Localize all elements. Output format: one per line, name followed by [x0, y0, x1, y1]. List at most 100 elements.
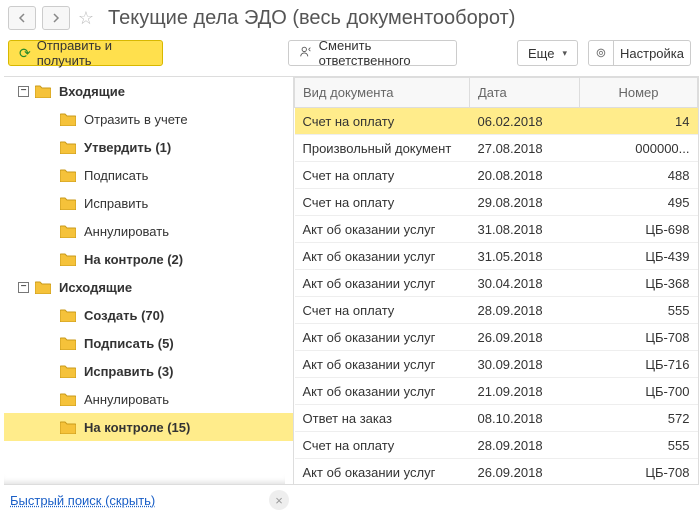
toolbar: ⟳ Отправить и получить Сменить ответстве…	[0, 36, 699, 76]
page-title: Текущие дела ЭДО (весь документооборот)	[108, 7, 515, 30]
table-row[interactable]: Акт об оказании услуг31.08.2018ЦБ-698	[295, 216, 698, 243]
sidebar-tree: − Входящие Отразить в учете Утвердить (1) П…	[4, 76, 294, 485]
table-row[interactable]: Акт об оказании услуг30.09.2018ЦБ-716	[295, 351, 698, 378]
tree-item-outgoing-4[interactable]: На контроле (15)	[4, 413, 293, 441]
folder-icon	[35, 85, 53, 98]
table-row[interactable]: Акт об оказании услуг30.04.2018ЦБ-368	[295, 270, 698, 297]
cell-number: 488	[580, 162, 698, 189]
tree-item-incoming-1[interactable]: Утвердить (1)	[4, 133, 293, 161]
col-header-number[interactable]: Номер	[580, 78, 698, 108]
cell-date: 08.10.2018	[470, 405, 580, 432]
cell-date: 30.09.2018	[470, 351, 580, 378]
tree-item-outgoing-1[interactable]: Подписать (5)	[4, 329, 293, 357]
settings-label: Настройка	[620, 46, 684, 61]
settings-icon-button[interactable]: ⊚	[588, 40, 614, 66]
tree-label: Входящие	[59, 84, 125, 99]
nav-back-button[interactable]	[8, 6, 36, 30]
cell-date: 29.08.2018	[470, 189, 580, 216]
cell-type: Акт об оказании услуг	[295, 459, 470, 486]
cell-number: ЦБ-368	[580, 270, 698, 297]
cell-date: 21.09.2018	[470, 378, 580, 405]
cell-type: Ответ на заказ	[295, 405, 470, 432]
cell-type: Акт об оказании услуг	[295, 378, 470, 405]
tree-item-incoming-5[interactable]: На контроле (2)	[4, 245, 293, 273]
table-row[interactable]: Акт об оказании услуг21.09.2018ЦБ-700	[295, 378, 698, 405]
cell-date: 30.04.2018	[470, 270, 580, 297]
cell-type: Счет на оплату	[295, 162, 470, 189]
tree-group-incoming[interactable]: − Входящие	[4, 77, 293, 105]
folder-icon	[60, 225, 78, 238]
table-row[interactable]: Акт об оказании услуг26.09.2018ЦБ-708	[295, 324, 698, 351]
tree-item-incoming-0[interactable]: Отразить в учете	[4, 105, 293, 133]
tree-item-incoming-3[interactable]: Исправить	[4, 189, 293, 217]
gear-icon: ⊚	[596, 45, 607, 61]
close-search-button[interactable]: ×	[269, 490, 289, 510]
favorite-star-icon[interactable]: ☆	[76, 8, 96, 28]
cell-date: 26.09.2018	[470, 459, 580, 486]
cell-date: 27.08.2018	[470, 135, 580, 162]
tree-item-incoming-4[interactable]: Аннулировать	[4, 217, 293, 245]
col-header-date[interactable]: Дата	[470, 78, 580, 108]
cell-number: ЦБ-708	[580, 324, 698, 351]
tree-label: Создать (70)	[84, 308, 164, 323]
cell-number: 572	[580, 405, 698, 432]
tree-label: Исправить	[84, 196, 148, 211]
more-label: Еще	[528, 46, 554, 61]
tree-item-incoming-2[interactable]: Подписать	[4, 161, 293, 189]
cell-number: 495	[580, 189, 698, 216]
nav-forward-button[interactable]	[42, 6, 70, 30]
tree-item-outgoing-3[interactable]: Аннулировать	[4, 385, 293, 413]
cell-number: ЦБ-716	[580, 351, 698, 378]
cell-date: 06.02.2018	[470, 108, 580, 135]
tree-label: На контроле (15)	[84, 420, 190, 435]
table-row[interactable]: Счет на оплату28.09.2018555	[295, 297, 698, 324]
expand-icon[interactable]: −	[18, 86, 29, 97]
footer-bar: Быстрый поиск (скрыть) ×	[0, 485, 699, 515]
folder-icon	[60, 337, 78, 350]
cell-number: ЦБ-439	[580, 243, 698, 270]
send-receive-label: Отправить и получить	[37, 38, 152, 68]
cell-type: Счет на оплату	[295, 297, 470, 324]
table-row[interactable]: Акт об оказании услуг31.05.2018ЦБ-439	[295, 243, 698, 270]
tree-label: На контроле (2)	[84, 252, 183, 267]
cell-type: Счет на оплату	[295, 432, 470, 459]
table-row[interactable]: Счет на оплату29.08.2018495	[295, 189, 698, 216]
settings-button[interactable]: Настройка	[614, 40, 691, 66]
quick-search-link[interactable]: Быстрый поиск (скрыть)	[10, 493, 155, 508]
tree-item-outgoing-2[interactable]: Исправить (3)	[4, 357, 293, 385]
change-responsible-button[interactable]: Сменить ответственного	[288, 40, 457, 66]
cell-type: Произвольный документ	[295, 135, 470, 162]
table-row[interactable]: Ответ на заказ08.10.2018572	[295, 405, 698, 432]
person-swap-icon	[299, 45, 313, 62]
folder-icon	[60, 393, 78, 406]
folder-icon	[60, 365, 78, 378]
cell-number: 555	[580, 432, 698, 459]
table-row[interactable]: Счет на оплату28.09.2018555	[295, 432, 698, 459]
cell-number: ЦБ-700	[580, 378, 698, 405]
tree-label: Утвердить (1)	[84, 140, 171, 155]
tree-label: Исправить (3)	[84, 364, 173, 379]
table-row[interactable]: Счет на оплату20.08.2018488	[295, 162, 698, 189]
tree-item-outgoing-0[interactable]: Создать (70)	[4, 301, 293, 329]
change-responsible-label: Сменить ответственного	[319, 38, 446, 68]
tree-label: Аннулировать	[84, 224, 169, 239]
cell-date: 20.08.2018	[470, 162, 580, 189]
expand-icon[interactable]: −	[18, 282, 29, 293]
tree-label: Отразить в учете	[84, 112, 188, 127]
tree-label: Аннулировать	[84, 392, 169, 407]
table-row[interactable]: Произвольный документ27.08.2018000000...	[295, 135, 698, 162]
table-row[interactable]: Счет на оплату06.02.201814	[295, 108, 698, 135]
cell-date: 28.09.2018	[470, 297, 580, 324]
table-row[interactable]: Акт об оказании услуг26.09.2018ЦБ-708	[295, 459, 698, 486]
chevron-down-icon: ▾	[562, 48, 567, 59]
cell-type: Счет на оплату	[295, 189, 470, 216]
more-button[interactable]: Еще ▾	[517, 40, 578, 66]
cell-date: 28.09.2018	[470, 432, 580, 459]
cell-number: ЦБ-708	[580, 459, 698, 486]
tree-group-outgoing[interactable]: − Исходящие	[4, 273, 293, 301]
title-bar: ☆ Текущие дела ЭДО (весь документооборот…	[0, 0, 699, 36]
cell-date: 31.05.2018	[470, 243, 580, 270]
cell-date: 26.09.2018	[470, 324, 580, 351]
send-receive-button[interactable]: ⟳ Отправить и получить	[8, 40, 163, 66]
col-header-type[interactable]: Вид документа	[295, 78, 470, 108]
